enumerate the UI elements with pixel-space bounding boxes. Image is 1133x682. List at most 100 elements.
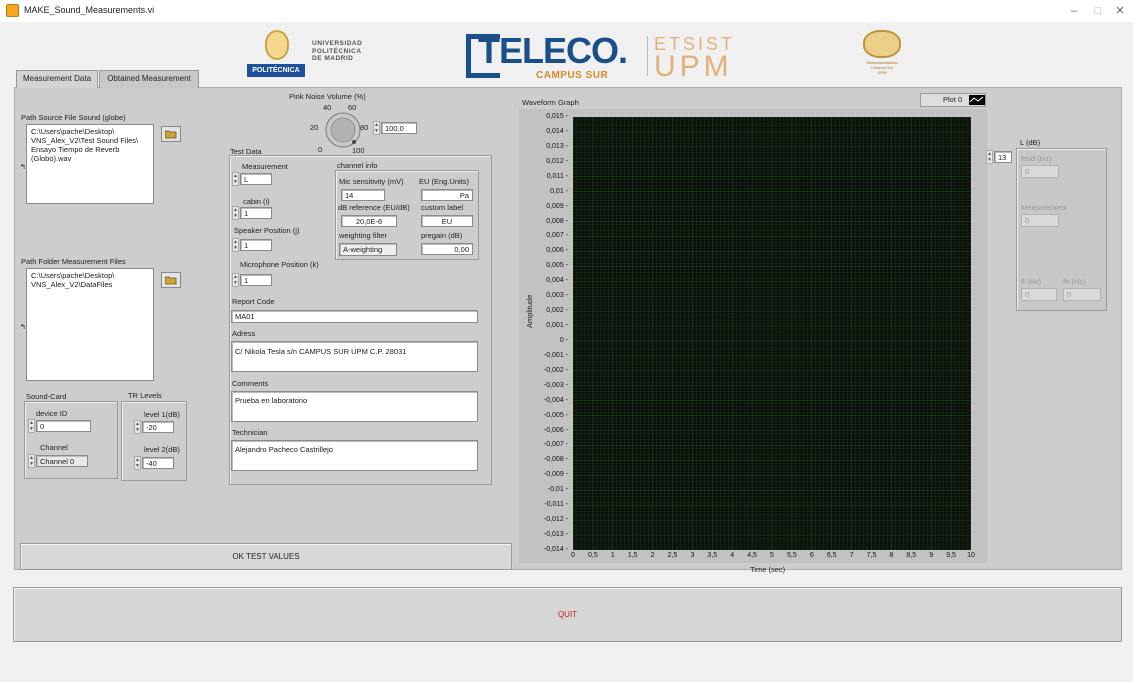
source-path-field[interactable]: C:\Users\pache\Desktop\ VNS_Alex_V2\Test… xyxy=(26,124,154,204)
pregain-label: pregain (dB) xyxy=(421,231,463,240)
l-db-index-stepper[interactable]: ▲ ▼ xyxy=(986,150,993,164)
y-tick-label: 0,011 - xyxy=(546,172,568,180)
source-path-label: Path Source File Sound (globe) xyxy=(21,113,126,122)
pink-noise-knob[interactable] xyxy=(324,111,362,149)
y-tick-label: -0,004 - xyxy=(543,396,568,404)
microphone-position-field[interactable]: 1 xyxy=(240,274,272,286)
address-label: Adress xyxy=(232,329,256,338)
x-tick-label: 0,5 xyxy=(588,552,598,559)
maximize-button[interactable]: □ xyxy=(1087,3,1109,19)
tab-obtained-measurement[interactable]: Obtained Measurement xyxy=(99,70,199,88)
fl-label: fl (Hz) xyxy=(1021,277,1041,286)
y-tick-label: 0,012 - xyxy=(546,157,568,165)
x-tick-label: 10 xyxy=(967,552,975,559)
ok-test-values-button[interactable]: OK TEST VALUES xyxy=(20,543,512,570)
x-tick-label: 8,5 xyxy=(906,552,917,559)
cabin-field[interactable]: 1 xyxy=(240,207,272,219)
quit-button[interactable]: QUIT xyxy=(13,587,1122,642)
y-tick-label: -0,001 - xyxy=(543,351,568,359)
folder-path-field[interactable]: C:\Users\pache\Desktop\ VNS_Alex_V2\Data… xyxy=(26,268,154,381)
x-tick-label: 8 xyxy=(889,552,894,559)
minimize-button[interactable]: – xyxy=(1063,3,1085,19)
pink-noise-stepper[interactable]: ▲ ▼ xyxy=(373,121,380,135)
campus-sur-text: CAMPUS SUR xyxy=(536,70,609,81)
cabin-stepper[interactable]: ▲ ▼ xyxy=(232,206,239,220)
address-field[interactable]: C/ Nikola Tesla s/n CAMPUS SUR UPM C.P. … xyxy=(231,341,478,372)
browse-source-button[interactable] xyxy=(161,126,181,142)
device-id-field[interactable]: 0 xyxy=(36,420,91,432)
mic-sensitivity-field[interactable]: 14 xyxy=(341,189,385,201)
level2-field[interactable]: -40 xyxy=(142,457,174,469)
knob-tick-0: 0 xyxy=(318,145,323,154)
comments-label: Comments xyxy=(232,379,269,388)
level2-stepper[interactable]: ▲ ▼ xyxy=(134,456,141,470)
channel-stepper[interactable]: ▲ ▼ xyxy=(28,454,35,468)
x-tick-label: 9,5 xyxy=(946,552,956,559)
x-tick-label: 5 xyxy=(770,552,774,559)
pregain-field[interactable]: 0,00 xyxy=(421,243,473,255)
report-code-label: Report Code xyxy=(232,297,275,306)
x-tick-label: 4,5 xyxy=(747,552,757,559)
browse-folder-button[interactable] xyxy=(161,272,181,288)
y-tick-label: 0,004 - xyxy=(546,277,568,285)
y-tick-label: -0,011 - xyxy=(544,501,568,509)
x-tick-label: 3 xyxy=(690,552,695,559)
measurement-stepper[interactable]: ▲ ▼ xyxy=(232,172,239,186)
y-tick-label: -0,002 - xyxy=(543,366,568,374)
level1-field[interactable]: -20 xyxy=(142,421,174,433)
eu-field[interactable]: Pa xyxy=(421,189,473,201)
y-tick-label: -0,014 - xyxy=(543,546,568,553)
y-tick-label: -0,006 - xyxy=(543,426,568,434)
y-tick-label: -0,009 - xyxy=(543,471,568,479)
x-tick-label: 4 xyxy=(730,552,735,559)
app-icon xyxy=(6,4,19,17)
window-title: MAKE_Sound_Measurements.vi xyxy=(24,5,155,15)
y-tick-label: -0,003 - xyxy=(543,381,568,389)
close-button[interactable]: ✕ xyxy=(1109,3,1131,19)
tab-measurement-data[interactable]: Measurement Data xyxy=(16,70,98,88)
speaker-position-stepper[interactable]: ▲ ▼ xyxy=(232,238,239,252)
level1-label: level 1(dB) xyxy=(144,410,180,419)
fmid-field: 0 xyxy=(1021,165,1059,178)
db-reference-field[interactable]: 20,0E-6 xyxy=(341,215,397,227)
l-db-index-field[interactable]: 13 xyxy=(994,151,1012,163)
device-id-label: device ID xyxy=(36,409,68,418)
y-tick-label: 0,01 - xyxy=(550,187,568,195)
weighting-filter-select[interactable]: A-weighting xyxy=(339,243,397,256)
x-tick-label: 2 xyxy=(650,552,655,559)
telecom-crest-icon xyxy=(863,30,901,58)
measurement-field[interactable]: L xyxy=(240,173,272,185)
plot-legend-label: Plot 0 xyxy=(943,95,963,104)
measurement-result-field: 0 xyxy=(1021,214,1059,227)
channel-select[interactable]: Channel 0 xyxy=(36,455,88,467)
y-tick-label: 0,006 - xyxy=(546,247,568,255)
channel-info-label: channel info xyxy=(337,161,378,170)
folder-path-label: Path Folder Measurement Files xyxy=(21,257,126,266)
y-tick-label: 0,001 - xyxy=(546,322,568,330)
plot-area[interactable] xyxy=(572,116,972,551)
x-axis-label: Time (sec) xyxy=(750,565,786,574)
custom-label-field[interactable]: EU xyxy=(421,215,473,227)
y-tick-label: -0,005 - xyxy=(543,411,568,419)
plot-legend[interactable]: Plot 0 xyxy=(920,93,986,107)
report-code-field[interactable]: MA01 xyxy=(231,310,478,323)
technician-label: Technician xyxy=(232,428,268,437)
weighting-filter-label: weighting filter xyxy=(339,231,387,240)
plot-grid xyxy=(572,116,972,551)
microphone-position-stepper[interactable]: ▲ ▼ xyxy=(232,273,239,287)
technician-field[interactable]: Alejandro Pacheco Castrillejo xyxy=(231,440,478,471)
db-reference-label: dB reference (EU/dB) xyxy=(338,203,410,212)
level1-stepper[interactable]: ▲ ▼ xyxy=(134,420,141,434)
speaker-position-field[interactable]: 1 xyxy=(240,239,272,251)
y-tick-label: 0,002 - xyxy=(546,307,568,315)
pink-noise-value-field[interactable]: 100,0 xyxy=(381,122,417,134)
x-tick-label: 7 xyxy=(849,552,854,559)
y-tick-label: -0,007 - xyxy=(543,441,568,449)
upm-big-text: UPM xyxy=(654,50,733,83)
window-titlebar xyxy=(0,0,1133,22)
y-tick-label: -0,013 - xyxy=(543,531,568,539)
comments-field[interactable]: Prueba en laboratorio xyxy=(231,391,478,422)
device-id-stepper[interactable]: ▲ ▼ xyxy=(28,419,35,433)
y-tick-label: 0,005 - xyxy=(546,262,568,270)
measurement-label: Measurement xyxy=(242,162,288,171)
